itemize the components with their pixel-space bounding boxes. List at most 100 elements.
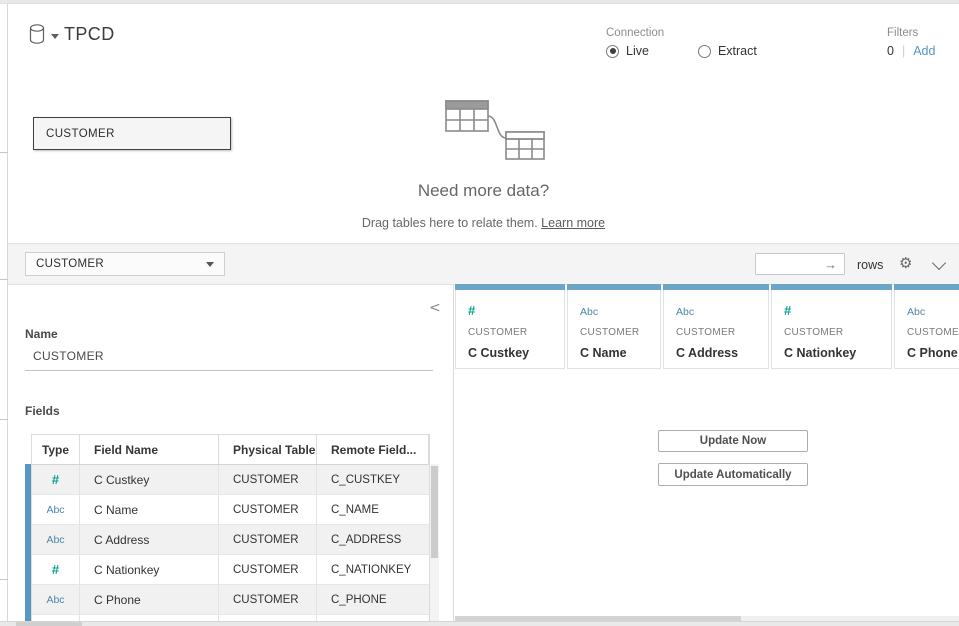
left-edge-rail	[0, 4, 8, 621]
fields-label: Fields	[25, 404, 60, 418]
field-name-cell: C Custkey	[80, 465, 219, 494]
physical-table-cell: CUSTOMER	[219, 555, 317, 584]
string-type-icon: Abc	[46, 534, 64, 546]
column-field-label: C Phone	[907, 346, 959, 360]
remote-field-cell: C_ADDRESS	[317, 525, 429, 554]
string-type-icon: Abc	[676, 306, 694, 318]
extract-radio-label[interactable]: Extract	[718, 44, 757, 58]
filters-row: 0 | Add	[887, 44, 935, 58]
live-radio[interactable]	[606, 45, 619, 58]
field-row-c-phone[interactable]: Abc C Phone CUSTOMER C_PHONE	[32, 585, 429, 615]
chevron-down-icon[interactable]	[932, 256, 946, 270]
column-table-label: CUSTOMER	[468, 327, 564, 338]
dropdown-caret-icon	[206, 262, 214, 267]
filters-add-link[interactable]: Add	[913, 44, 935, 58]
string-type-icon: Abc	[46, 504, 64, 516]
column-field-label: C Address	[676, 346, 768, 360]
empty-state-subtitle: Drag tables here to relate them. Learn m…	[8, 216, 959, 230]
live-radio-label[interactable]: Live	[626, 44, 649, 58]
field-row-c-custkey[interactable]: # C Custkey CUSTOMER C_CUSTKEY	[32, 465, 429, 495]
column-field-label: C Custkey	[468, 346, 564, 360]
col-header-type[interactable]: Type	[32, 435, 80, 464]
tableau-datasource-page: TPCD Connection Live Extract Filters 0 |…	[0, 0, 959, 626]
number-type-icon: #	[52, 562, 59, 577]
row-limit-input[interactable]: →	[755, 253, 845, 275]
rail-tick	[0, 152, 8, 153]
extract-radio[interactable]	[698, 45, 711, 58]
field-name-cell: C Address	[80, 525, 219, 554]
scrollbar-thumb[interactable]	[431, 466, 438, 558]
rows-label: rows	[857, 258, 883, 272]
database-menu-caret-icon[interactable]	[51, 34, 59, 39]
rail-tick	[0, 419, 8, 420]
grid-toolbar: CUSTOMER → rows ⚙	[8, 243, 959, 285]
canvas-table-customer[interactable]: CUSTOMER	[33, 117, 231, 150]
fields-selection-bar	[25, 464, 31, 626]
field-row-c-nationkey[interactable]: # C Nationkey CUSTOMER C_NATIONKEY	[32, 555, 429, 585]
relate-tables-illustration-icon	[438, 95, 558, 172]
column-table-label: CUSTOMER	[907, 327, 959, 338]
table-selector-dropdown[interactable]: CUSTOMER	[25, 252, 225, 276]
bottom-scrollbar-thumb[interactable]	[16, 622, 82, 626]
name-label: Name	[25, 327, 58, 341]
column-field-label: C Nationkey	[784, 346, 891, 360]
name-input[interactable]: CUSTOMER	[33, 349, 104, 363]
field-row-c-address[interactable]: Abc C Address CUSTOMER C_ADDRESS	[32, 525, 429, 555]
field-name-cell: C Nationkey	[80, 555, 219, 584]
update-automatically-button[interactable]: Update Automatically	[658, 463, 808, 486]
datasource-title: TPCD	[64, 24, 115, 45]
grid-column-c-name[interactable]: Abc CUSTOMER C Name	[567, 284, 661, 369]
table-selector-value: CUSTOMER	[36, 258, 104, 270]
grid-column-c-custkey[interactable]: # CUSTOMER C Custkey	[455, 284, 565, 369]
rail-tick	[0, 579, 8, 580]
field-row-c-name[interactable]: Abc C Name CUSTOMER C_NAME	[32, 495, 429, 525]
grid-column-c-address[interactable]: Abc CUSTOMER C Address	[663, 284, 769, 369]
filters-divider: |	[902, 44, 905, 58]
string-type-icon: Abc	[580, 306, 598, 318]
grid-column-c-phone[interactable]: Abc CUSTOMER C Phone	[894, 284, 959, 369]
rail-tick	[0, 279, 8, 280]
connection-radio-group: Live Extract	[606, 44, 757, 58]
col-header-field-name[interactable]: Field Name	[80, 435, 219, 464]
field-name-cell: C Phone	[80, 585, 219, 614]
number-type-icon: #	[468, 303, 475, 318]
physical-table-cell: CUSTOMER	[219, 525, 317, 554]
physical-table-cell: CUSTOMER	[219, 585, 317, 614]
connection-label: Connection	[606, 27, 664, 39]
grid-column-c-nationkey[interactable]: # CUSTOMER C Nationkey	[771, 284, 892, 369]
name-input-underline	[25, 370, 433, 371]
fields-table-scrollbar[interactable]	[430, 464, 439, 621]
fields-table: Type Field Name Physical Table Remote Fi…	[31, 434, 430, 622]
col-header-remote-field[interactable]: Remote Field...	[317, 435, 429, 464]
column-field-label: C Name	[580, 346, 660, 360]
fields-table-header: Type Field Name Physical Table Remote Fi…	[32, 435, 429, 465]
learn-more-link[interactable]: Learn more	[541, 216, 605, 230]
col-header-physical-table[interactable]: Physical Table	[219, 435, 317, 464]
column-table-label: CUSTOMER	[580, 327, 660, 338]
bottom-edge	[0, 621, 959, 626]
collapse-panel-chevron-icon[interactable]: <	[429, 300, 441, 316]
gear-icon[interactable]: ⚙	[899, 254, 912, 272]
column-table-label: CUSTOMER	[784, 327, 891, 338]
apply-rows-arrow-icon[interactable]: →	[824, 258, 837, 271]
remote-field-cell: C_NAME	[317, 495, 429, 524]
string-type-icon: Abc	[907, 306, 925, 318]
database-icon[interactable]	[29, 24, 47, 51]
physical-table-cell: CUSTOMER	[219, 495, 317, 524]
physical-table-cell: CUSTOMER	[219, 465, 317, 494]
string-type-icon: Abc	[46, 594, 64, 606]
update-now-button[interactable]: Update Now	[658, 430, 808, 452]
filters-label: Filters	[887, 27, 918, 39]
remote-field-cell: C_PHONE	[317, 585, 429, 614]
number-type-icon: #	[52, 472, 59, 487]
column-table-label: CUSTOMER	[676, 327, 768, 338]
remote-field-cell: C_NATIONKEY	[317, 555, 429, 584]
number-type-icon: #	[784, 303, 791, 318]
empty-state-text: Drag tables here to relate them.	[362, 216, 538, 230]
remote-field-cell: C_CUSTKEY	[317, 465, 429, 494]
window-top-edge	[0, 0, 959, 4]
empty-state-title: Need more data?	[8, 181, 959, 201]
panel-divider	[453, 285, 454, 626]
filters-count: 0	[887, 44, 894, 58]
field-name-cell: C Name	[80, 495, 219, 524]
